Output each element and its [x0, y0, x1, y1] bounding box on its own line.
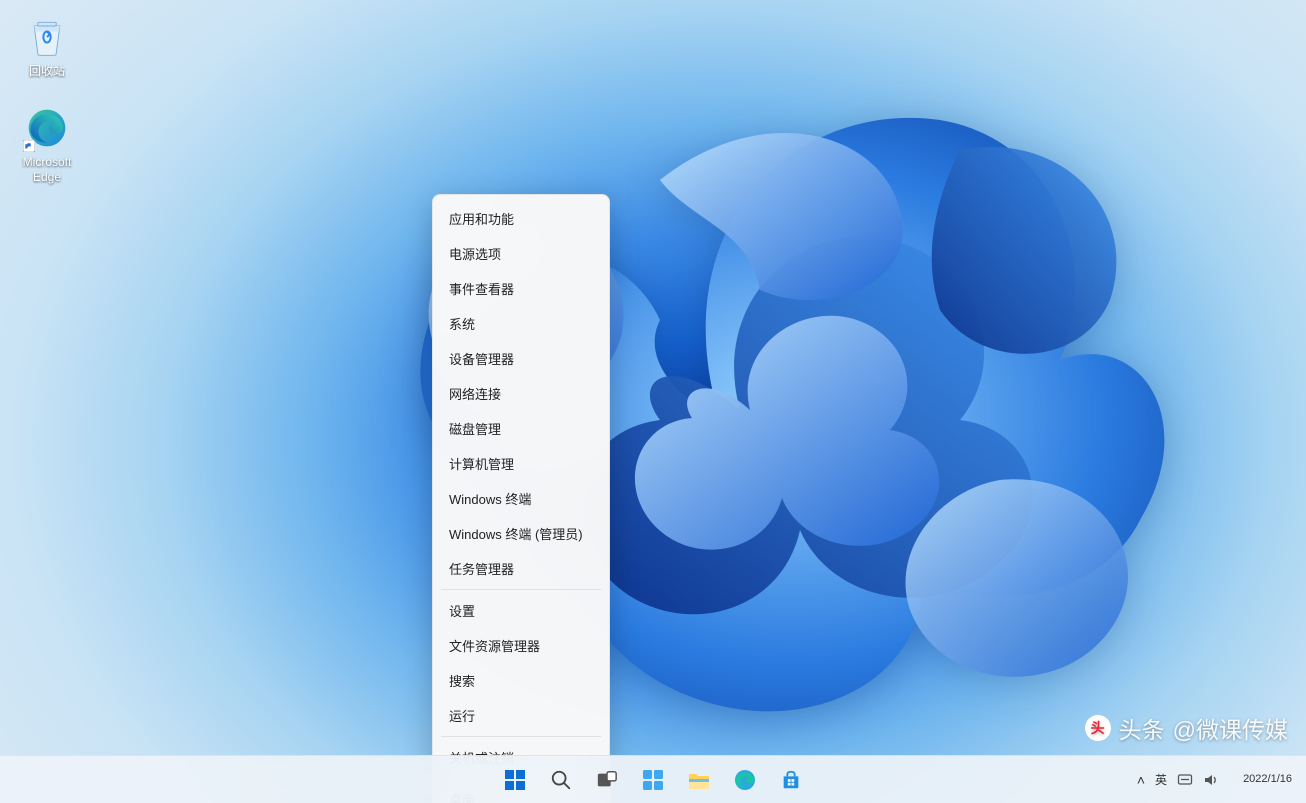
- menu-item-label: 设置: [449, 601, 475, 620]
- menu-item[interactable]: 事件查看器: [433, 271, 609, 306]
- menu-item-label: 文件资源管理器: [449, 636, 540, 655]
- menu-item-label: 搜索: [449, 671, 475, 690]
- file-explorer-button[interactable]: [679, 760, 719, 800]
- ime-language-indicator[interactable]: 英: [1155, 771, 1167, 788]
- menu-item[interactable]: 应用和功能: [433, 201, 609, 236]
- taskbar: ˄ 英 2022/1/16: [0, 755, 1306, 803]
- menu-item-label: 任务管理器: [449, 559, 514, 578]
- desktop-icon-recycle-bin[interactable]: 回收站: [8, 8, 86, 83]
- start-button[interactable]: [495, 760, 535, 800]
- watermark: 头 头条 @微课传媒: [1085, 711, 1288, 745]
- menu-separator: [441, 736, 601, 737]
- menu-item[interactable]: 计算机管理: [433, 446, 609, 481]
- taskbar-clock[interactable]: 2022/1/16: [1235, 773, 1300, 786]
- menu-item-label: 运行: [449, 706, 475, 725]
- watermark-brand: 头条: [1119, 711, 1165, 745]
- search-icon: [550, 769, 572, 791]
- watermark-handle: @微课传媒: [1173, 711, 1288, 745]
- input-method-icon[interactable]: [1177, 772, 1193, 788]
- menu-item[interactable]: 系统: [433, 306, 609, 341]
- task-view-button[interactable]: [587, 760, 627, 800]
- edge-icon: [24, 105, 70, 151]
- menu-item-label: 计算机管理: [449, 454, 514, 473]
- watermark-badge-icon: 头: [1085, 715, 1111, 741]
- menu-item[interactable]: Windows 终端 (管理员): [433, 516, 609, 551]
- menu-item[interactable]: 网络连接: [433, 376, 609, 411]
- desktop[interactable]: 回收站: [0, 0, 1306, 803]
- menu-item-label: 应用和功能: [449, 209, 514, 228]
- tray-chevron-up-icon[interactable]: ˄: [1137, 772, 1145, 788]
- system-tray: ˄ 英 2022/1/16: [1131, 756, 1300, 803]
- desktop-icon-label: 回收站: [29, 64, 65, 79]
- menu-item[interactable]: 设备管理器: [433, 341, 609, 376]
- taskbar-center: [495, 760, 811, 800]
- file-explorer-icon: [687, 769, 711, 791]
- widgets-button[interactable]: [633, 760, 673, 800]
- store-icon: [780, 769, 802, 791]
- menu-item[interactable]: 文件资源管理器: [433, 628, 609, 663]
- menu-item[interactable]: Windows 终端: [433, 481, 609, 516]
- desktop-icon-edge[interactable]: Microsoft Edge: [8, 99, 86, 189]
- wallpaper-bloom: [240, 60, 1220, 760]
- menu-item-label: 磁盘管理: [449, 419, 501, 438]
- windows-logo-icon: [503, 768, 527, 792]
- menu-item[interactable]: 磁盘管理: [433, 411, 609, 446]
- menu-item[interactable]: 设置: [433, 593, 609, 628]
- menu-item-label: 事件查看器: [449, 279, 514, 298]
- menu-item[interactable]: 电源选项: [433, 236, 609, 271]
- menu-item-label: 系统: [449, 314, 475, 333]
- menu-item[interactable]: 运行: [433, 698, 609, 733]
- clock-date: 2022/1/16: [1243, 773, 1292, 786]
- search-button[interactable]: [541, 760, 581, 800]
- store-button[interactable]: [771, 760, 811, 800]
- edge-icon: [733, 768, 757, 792]
- desktop-icons: 回收站: [8, 8, 86, 205]
- menu-item-label: 网络连接: [449, 384, 501, 403]
- widgets-icon: [641, 768, 665, 792]
- desktop-icon-label: Microsoft Edge: [23, 155, 72, 185]
- menu-separator: [441, 589, 601, 590]
- edge-button[interactable]: [725, 760, 765, 800]
- recycle-bin-icon: [24, 14, 70, 60]
- menu-item[interactable]: 任务管理器: [433, 551, 609, 586]
- volume-icon[interactable]: [1203, 772, 1219, 788]
- task-view-icon: [596, 769, 618, 791]
- menu-item-label: 设备管理器: [449, 349, 514, 368]
- menu-item-label: Windows 终端 (管理员): [449, 524, 583, 543]
- menu-item-label: 电源选项: [449, 244, 501, 263]
- menu-item-label: Windows 终端: [449, 489, 531, 508]
- menu-item[interactable]: 搜索: [433, 663, 609, 698]
- winx-context-menu: 应用和功能电源选项事件查看器系统设备管理器网络连接磁盘管理计算机管理 Window…: [432, 194, 610, 803]
